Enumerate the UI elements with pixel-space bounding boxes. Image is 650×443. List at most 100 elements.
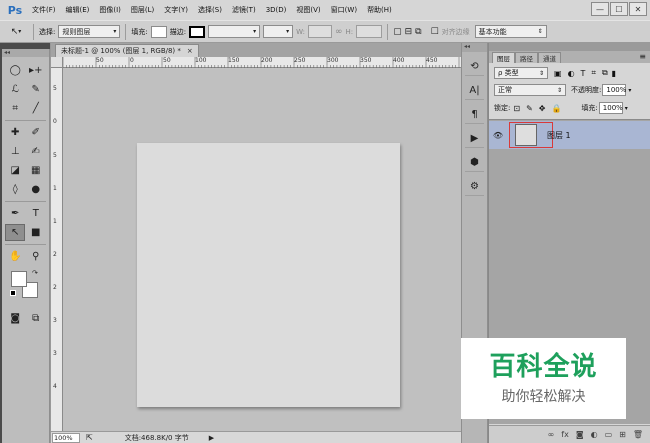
menu-layer[interactable]: 图层(L) bbox=[126, 5, 159, 15]
eyedropper-tool-icon[interactable]: ╱ bbox=[26, 100, 46, 117]
opacity-arrow-icon[interactable]: ▾ bbox=[628, 87, 631, 94]
actions-panel-icon[interactable]: ▶ bbox=[465, 129, 484, 148]
close-button[interactable]: ✕ bbox=[629, 2, 647, 16]
fill-arrow-icon[interactable]: ▾ bbox=[625, 105, 628, 112]
document-tab[interactable]: 未标题-1 @ 100% (图层 1, RGB/8) * × bbox=[55, 44, 199, 57]
screen-mode-icon[interactable]: ⧉ bbox=[26, 310, 46, 327]
lock-position-icon[interactable]: ✥ bbox=[539, 104, 546, 113]
new-group-icon[interactable]: ▭ bbox=[605, 430, 613, 439]
eraser-tool-icon[interactable]: ◪ bbox=[5, 162, 25, 179]
width-field[interactable] bbox=[307, 25, 332, 38]
clone-stamp-tool-icon[interactable]: ⊥ bbox=[5, 143, 25, 160]
default-colors-icon[interactable] bbox=[10, 290, 16, 296]
collapse-icon[interactable]: ◂◂ bbox=[462, 43, 487, 52]
collapse-icon[interactable]: ◂◂ bbox=[2, 49, 49, 57]
history-brush-tool-icon[interactable]: ✍ bbox=[26, 143, 46, 160]
menu-image[interactable]: 图像(I) bbox=[94, 5, 126, 15]
menu-edit[interactable]: 编辑(E) bbox=[61, 5, 95, 15]
move-tool-icon[interactable]: ▸+ bbox=[26, 62, 46, 79]
hand-tool-icon[interactable]: ✋ bbox=[5, 248, 25, 265]
filter-pixel-icon[interactable]: ▣ bbox=[554, 69, 562, 78]
menu-filter[interactable]: 滤镜(T) bbox=[227, 5, 261, 15]
quick-mask-icon[interactable]: ◙ bbox=[5, 310, 25, 327]
eye-icon[interactable]: 👁 bbox=[491, 131, 505, 140]
canvas-pasteboard[interactable] bbox=[63, 69, 462, 431]
opacity-field[interactable]: 100% bbox=[602, 84, 626, 96]
dodge-tool-icon[interactable]: ● bbox=[26, 181, 46, 198]
layer-thumbnail[interactable] bbox=[515, 124, 537, 146]
path-alignment-icon[interactable]: ⊟ bbox=[405, 27, 413, 37]
ruler-origin[interactable] bbox=[51, 57, 63, 68]
new-layer-icon[interactable]: ⊞ bbox=[619, 430, 626, 439]
lock-image-icon[interactable]: ✎ bbox=[526, 104, 533, 113]
foreground-color-swatch[interactable] bbox=[11, 271, 27, 287]
healing-brush-tool-icon[interactable]: ✚ bbox=[5, 124, 25, 141]
delete-layer-icon[interactable]: 🗑 bbox=[633, 430, 643, 439]
workspace-dropdown[interactable]: 基本功能 ⇕ bbox=[474, 25, 547, 38]
layer-row[interactable]: 👁 图层 1 bbox=[489, 121, 650, 149]
menu-help[interactable]: 帮助(H) bbox=[362, 5, 397, 15]
export-icon[interactable]: ⇱ bbox=[86, 433, 93, 442]
rectangle-tool-icon[interactable]: ■ bbox=[26, 224, 46, 241]
minimize-button[interactable]: — bbox=[591, 2, 609, 16]
stroke-type-dropdown[interactable]: ▾ bbox=[263, 25, 294, 38]
marquee-tool-icon[interactable]: ◯ bbox=[5, 62, 25, 79]
height-field[interactable] bbox=[356, 25, 383, 38]
lasso-tool-icon[interactable]: ℒ bbox=[5, 81, 25, 98]
gradient-tool-icon[interactable]: ▦ bbox=[26, 162, 46, 179]
layer-name[interactable]: 图层 1 bbox=[547, 130, 571, 141]
status-menu-arrow-icon[interactable]: ▶ bbox=[209, 434, 214, 442]
path-operations-icon[interactable]: ▢ bbox=[393, 27, 402, 37]
vertical-ruler[interactable]: 5 0 5 1 1 2 2 3 3 4 bbox=[51, 68, 63, 431]
align-edges-checkbox[interactable]: ☐ bbox=[431, 27, 439, 37]
close-tab-icon[interactable]: × bbox=[187, 47, 193, 55]
properties-panel-icon[interactable]: ⚙ bbox=[465, 177, 484, 196]
menu-window[interactable]: 窗口(W) bbox=[326, 5, 362, 15]
menu-type[interactable]: 文字(Y) bbox=[159, 5, 193, 15]
filter-adjustment-icon[interactable]: ◐ bbox=[568, 69, 575, 78]
pen-tool-icon[interactable]: ✒ bbox=[5, 205, 25, 222]
path-selection-tool-icon[interactable]: ↖ bbox=[5, 224, 26, 241]
move-tool-preset-icon[interactable]: ↖ ▾ bbox=[4, 27, 28, 37]
link-icon[interactable]: ∞ bbox=[335, 27, 343, 37]
add-mask-icon[interactable]: ◙ bbox=[576, 430, 584, 439]
tab-channels[interactable]: 通道 bbox=[538, 52, 561, 63]
blend-mode-dropdown[interactable]: 正常 ⇕ bbox=[494, 84, 566, 96]
maximize-button[interactable]: ☐ bbox=[610, 2, 628, 16]
tab-layers[interactable]: 图层 bbox=[492, 52, 515, 63]
3d-panel-icon[interactable]: ⬢ bbox=[465, 153, 484, 172]
path-arrangement-icon[interactable]: ⧉ bbox=[415, 27, 421, 37]
lock-all-icon[interactable]: 🔒 bbox=[551, 104, 561, 113]
adjustment-layer-icon[interactable]: ◐ bbox=[591, 430, 598, 439]
quick-selection-tool-icon[interactable]: ✎ bbox=[26, 81, 46, 98]
document-canvas[interactable] bbox=[137, 143, 400, 407]
lock-transparent-icon[interactable]: ⊡ bbox=[513, 104, 520, 113]
blur-tool-icon[interactable]: ◊ bbox=[5, 181, 25, 198]
paragraph-panel-icon[interactable]: ¶ bbox=[465, 105, 484, 124]
filter-shape-icon[interactable]: ⌗ bbox=[591, 68, 596, 78]
history-panel-icon[interactable]: ⟲ bbox=[465, 57, 484, 76]
character-panel-icon[interactable]: A| bbox=[465, 81, 484, 100]
stroke-width-field[interactable]: ▾ bbox=[208, 25, 261, 38]
zoom-tool-icon[interactable]: ⚲ bbox=[26, 248, 46, 265]
layer-style-icon[interactable]: fx bbox=[561, 430, 569, 439]
filter-type-icon[interactable]: T bbox=[581, 69, 586, 78]
layer-filter-dropdown[interactable]: ρ 类型 ⇕ bbox=[494, 67, 548, 79]
menu-3d[interactable]: 3D(D) bbox=[261, 6, 292, 14]
select-dropdown[interactable]: 规则图层 ▾ bbox=[58, 25, 121, 38]
fill-swatch[interactable] bbox=[150, 25, 167, 38]
brush-tool-icon[interactable]: ✐ bbox=[26, 124, 46, 141]
type-tool-icon[interactable]: T bbox=[26, 205, 46, 222]
fill-field[interactable]: 100% bbox=[598, 102, 623, 114]
stroke-swatch[interactable] bbox=[189, 25, 206, 38]
menu-select[interactable]: 选择(S) bbox=[193, 5, 227, 15]
tab-paths[interactable]: 路径 bbox=[515, 52, 538, 63]
filter-toggle-icon[interactable]: ▮ bbox=[612, 69, 616, 78]
menu-view[interactable]: 视图(V) bbox=[291, 5, 325, 15]
panel-menu-icon[interactable]: ≡ bbox=[639, 52, 646, 61]
swap-colors-icon[interactable]: ↷ bbox=[32, 269, 38, 277]
menu-file[interactable]: 文件(F) bbox=[27, 5, 61, 15]
horizontal-ruler[interactable]: 50 0 50 100 150 200 250 300 350 400 450 bbox=[63, 57, 462, 68]
filter-smart-object-icon[interactable]: ⧉ bbox=[602, 68, 608, 78]
link-layers-icon[interactable]: ∞ bbox=[548, 430, 555, 439]
